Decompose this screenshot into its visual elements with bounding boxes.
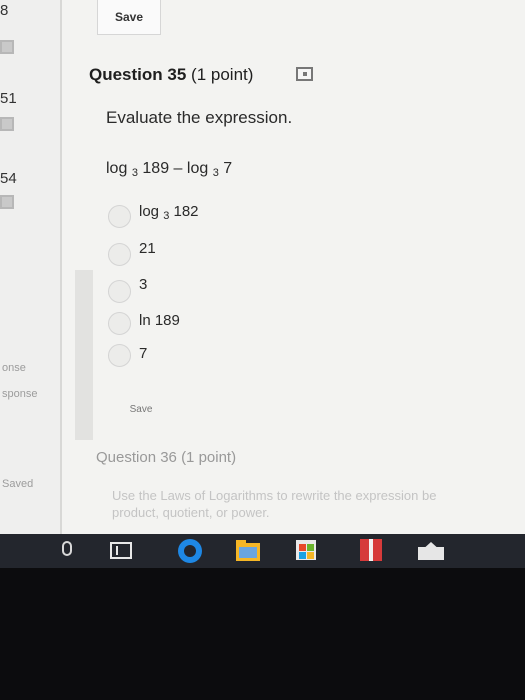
flag-question-icon[interactable] <box>296 67 313 81</box>
gift-icon[interactable] <box>360 539 382 561</box>
saved-status: Saved <box>2 478 34 490</box>
mail-icon[interactable] <box>418 542 444 560</box>
scrollbar[interactable] <box>75 270 93 440</box>
answer-option-1[interactable]: log 3 182 <box>139 203 199 222</box>
answer-radio-1[interactable] <box>108 205 131 228</box>
question-36-prompt: Use the Laws of Logarithms to rewrite th… <box>112 488 437 520</box>
question-number-35[interactable]: 51 <box>0 90 17 107</box>
question-number-36[interactable]: 54 <box>0 170 17 187</box>
question-status-icon <box>0 40 14 54</box>
question-36-title: Question 36 (1 point) <box>96 449 237 466</box>
edge-icon[interactable] <box>178 539 202 563</box>
answer-option-3[interactable]: 3 <box>139 276 147 293</box>
answer-option-4[interactable]: ln 189 <box>139 312 180 329</box>
answer-radio-2[interactable] <box>108 243 131 266</box>
expression: log 3 189 – log 3 7 <box>106 160 233 179</box>
question-title: Question 35 (1 point) <box>89 65 253 85</box>
save-answer-button[interactable]: Save <box>110 396 172 422</box>
question-nav-column: 8 51 54 onse sponse Saved <box>0 0 60 534</box>
save-button[interactable]: Save <box>97 0 161 35</box>
column-divider <box>60 0 62 534</box>
answer-radio-4[interactable] <box>108 312 131 335</box>
question-prompt: Evaluate the expression. <box>106 108 293 127</box>
response-label: sponse <box>2 388 38 400</box>
question-title-text: Question 35 <box>89 65 187 84</box>
answer-radio-3[interactable] <box>108 280 131 303</box>
answer-option-5[interactable]: 7 <box>139 345 147 362</box>
answer-radio-5[interactable] <box>108 344 131 367</box>
response-label: onse <box>2 362 26 374</box>
question-status-icon <box>0 195 14 209</box>
question-number-34[interactable]: 8 <box>0 2 8 19</box>
question-status-icon <box>0 117 14 131</box>
answer-option-2[interactable]: 21 <box>139 240 156 257</box>
file-explorer-icon[interactable] <box>236 540 260 561</box>
microphone-icon[interactable] <box>62 541 72 556</box>
task-view-icon[interactable] <box>110 542 132 559</box>
quiz-page: 8 51 54 onse sponse Saved Save Question … <box>0 0 525 534</box>
taskbar <box>0 534 525 568</box>
question-points: (1 point) <box>191 65 254 84</box>
store-icon[interactable] <box>296 540 316 560</box>
